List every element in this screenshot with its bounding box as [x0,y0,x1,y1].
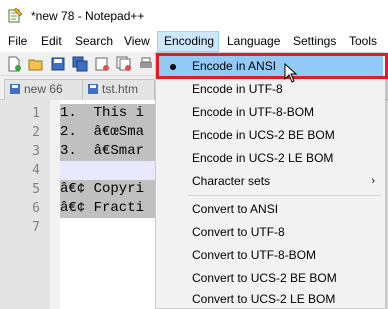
menu-item-convert-ucs2-le-bom[interactable]: Convert to UCS-2 LE BOM [158,290,383,308]
menu-item-label: Convert to UTF-8 [192,225,285,239]
menu-item-encode-ansi[interactable]: Encode in ANSI [158,55,383,78]
menu-item-label: Convert to UCS-2 LE BOM [192,292,336,306]
menu-view[interactable]: View [124,31,150,52]
menu-item-label: Convert to UTF-8-BOM [192,248,317,262]
line-number-gutter: 1 2 3 4 5 6 7 [0,100,50,309]
menu-edit[interactable]: Edit [41,31,62,52]
menu-item-encode-utf8-bom[interactable]: Encode in UTF-8-BOM [158,101,383,124]
close-all-icon[interactable] [116,56,132,72]
line-number: 4 [32,163,40,178]
tab-tst-htm[interactable]: tst.htm [82,79,155,100]
title-bar: *new 78 - Notepad++ [0,0,388,31]
code-line: 2. â€œSma [60,123,156,142]
tab-label: tst.htm [102,82,139,96]
menu-item-label: Convert to ANSI [192,202,279,216]
menu-language[interactable]: Language [227,31,280,52]
line-number: 6 [32,201,40,216]
menu-file[interactable]: File [8,31,27,52]
line-number: 3 [32,144,40,159]
encoding-dropdown-menu: Encode in ANSI Encode in UTF-8 Encode in… [155,52,386,309]
menu-item-label: Encode in UCS-2 BE BOM [192,128,335,142]
menu-item-encode-utf8[interactable]: Encode in UTF-8 [158,78,383,101]
menu-item-label: Encode in ANSI [192,59,277,73]
mouse-cursor-icon [284,63,298,83]
line-number: 5 [32,182,40,197]
code-line: â€¢ Copyri [60,180,156,199]
menu-item-encode-ucs2-le-bom[interactable]: Encode in UCS-2 LE BOM [158,147,383,170]
notepad-plus-plus-icon [8,7,23,23]
save-all-icon[interactable] [72,56,88,72]
menu-item-convert-ansi[interactable]: Convert to ANSI [158,198,383,221]
menu-item-encode-ucs2-be-bom[interactable]: Encode in UCS-2 BE BOM [158,124,383,147]
close-file-icon[interactable] [94,56,110,72]
menu-item-label: Character sets [192,174,271,188]
menu-item-label: Encode in UCS-2 LE BOM [192,151,334,165]
menu-separator [188,195,381,196]
menu-bar: File Edit Search View Encoding Language … [0,31,388,52]
menu-item-label: Convert to UCS-2 BE BOM [192,271,337,285]
menu-item-label: Encode in UTF-8 [192,82,283,96]
menu-item-label: Encode in UTF-8-BOM [192,105,315,119]
menu-search[interactable]: Search [75,31,113,52]
code-line-current [60,161,156,180]
menu-item-character-sets[interactable]: Character sets › [158,170,383,193]
window-title: *new 78 - Notepad++ [31,9,145,23]
line-number: 2 [32,125,40,140]
menu-encoding[interactable]: Encoding [157,31,219,52]
code-line: 1. This i [60,104,156,123]
fold-margin [50,100,60,309]
open-file-icon[interactable] [28,56,44,72]
menu-item-convert-utf8[interactable]: Convert to UTF-8 [158,221,383,244]
tab-label: new 66 [24,82,63,96]
selected-bullet-icon [170,64,176,70]
menu-tools[interactable]: Tools [349,31,377,52]
new-file-icon[interactable] [6,56,22,72]
line-number: 1 [32,106,40,121]
code-line: 3. â€Smar [60,142,156,161]
menu-item-convert-ucs2-be-bom[interactable]: Convert to UCS-2 BE BOM [158,267,383,290]
save-icon[interactable] [50,56,66,72]
submenu-arrow-icon: › [371,175,375,187]
code-line: â€¢ Fracti [60,199,156,218]
saved-file-icon [88,84,98,94]
tab-new-66[interactable]: new 66 [4,79,83,100]
line-number: 7 [32,220,40,235]
menu-item-convert-utf8-bom[interactable]: Convert to UTF-8-BOM [158,244,383,267]
saved-file-icon [10,84,20,94]
print-icon[interactable] [138,56,154,72]
menu-settings[interactable]: Settings [293,31,336,52]
